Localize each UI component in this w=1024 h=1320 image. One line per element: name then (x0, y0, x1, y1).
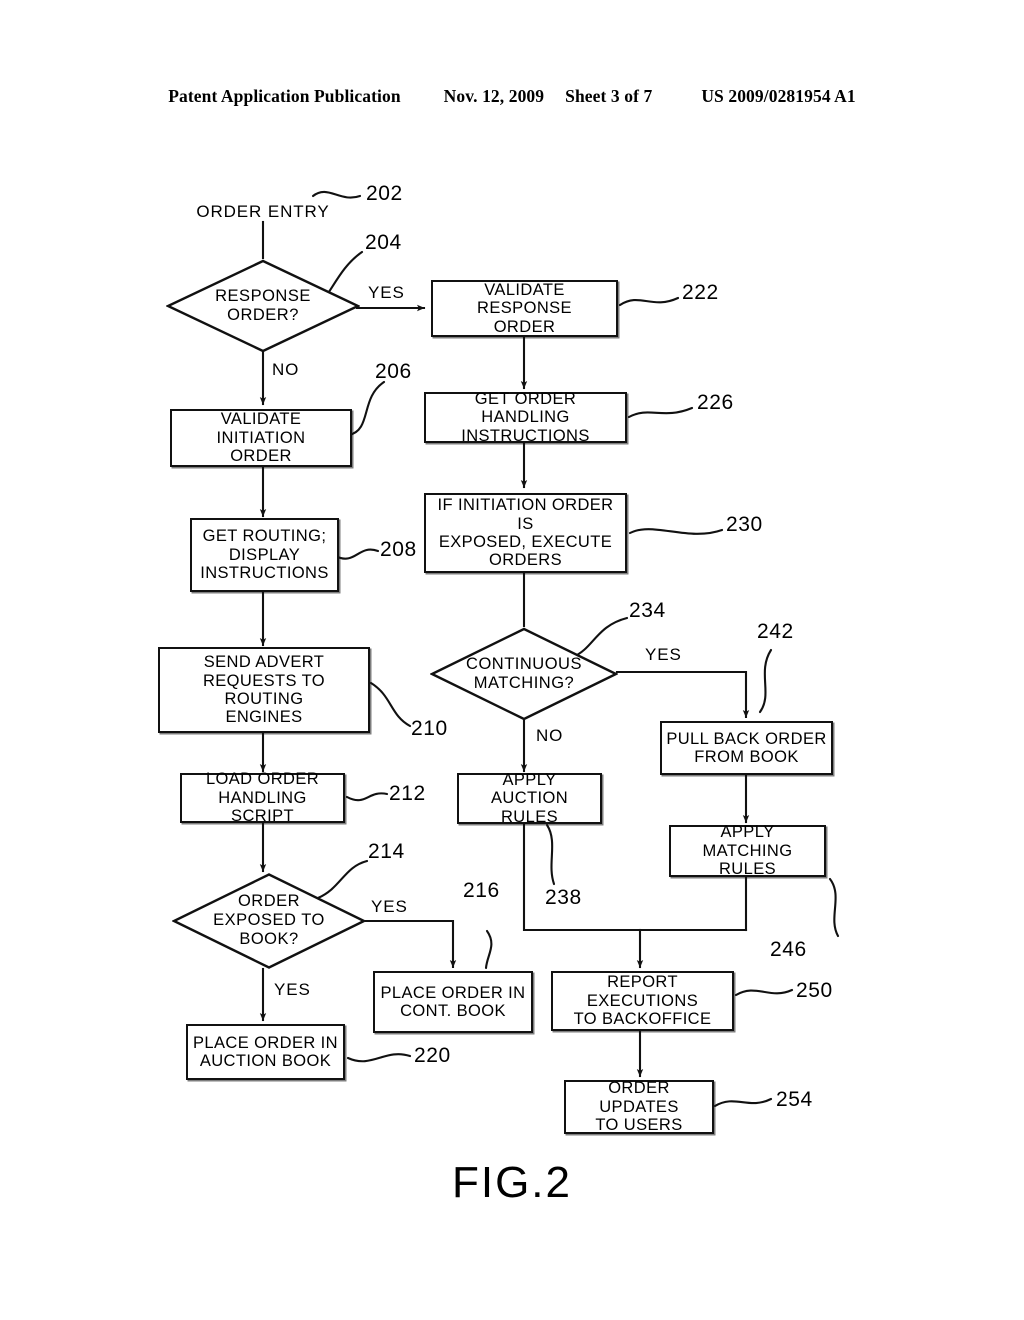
patent-header: Patent Application Publication Nov. 12, … (0, 86, 1024, 107)
node-send-advert-requests-label: SEND ADVERT REQUESTS TO ROUTING ENGINES (202, 653, 326, 727)
node-get-routing-display-instructions: GET ROUTING; DISPLAY INSTRUCTIONS (190, 518, 339, 592)
ref-250: 250 (796, 979, 833, 1002)
node-report-executions-to-backoffice-label: REPORT EXECUTIONS TO BACKOFFICE (573, 973, 712, 1029)
header-patent-number: US 2009/0281954 A1 (701, 86, 856, 106)
ref-238: 238 (545, 886, 582, 909)
node-validate-initiation-order-label: VALIDATE INITIATION ORDER (216, 410, 306, 466)
node-order-updates-to-users-label: ORDER UPDATES TO USERS (595, 1079, 683, 1135)
node-get-routing-display-instructions-label: GET ROUTING; DISPLAY INSTRUCTIONS (200, 527, 329, 583)
header-sheet: Sheet 3 of 7 (565, 86, 653, 106)
edge-label-matching-no: NO (536, 726, 564, 745)
edge-label-exposed-yes-right: YES (371, 897, 408, 916)
node-response-order-label: RESPONSE ORDER? (215, 287, 311, 324)
node-place-order-cont-book-label: PLACE ORDER IN CONT. BOOK (380, 983, 526, 1020)
edge-label-matching-yes: YES (645, 645, 682, 664)
ref-246: 246 (770, 938, 807, 961)
node-order-exposed-to-book-label: ORDER EXPOSED TO BOOK? (213, 892, 325, 948)
ref-212: 212 (389, 782, 426, 805)
edge-label-response-no: NO (272, 360, 300, 379)
node-response-order-decision: RESPONSE ORDER? (166, 259, 360, 353)
header-date: Nov. 12, 2009 (443, 86, 545, 106)
ref-242: 242 (757, 620, 794, 643)
ref-202: 202 (366, 182, 403, 205)
ref-206: 206 (375, 360, 412, 383)
edge-label-exposed-yes-down: YES (274, 980, 311, 999)
node-validate-initiation-order: VALIDATE INITIATION ORDER (170, 409, 352, 467)
node-load-order-handling-script-label: LOAD ORDER HANDLING SCRIPT (205, 770, 320, 826)
ref-210: 210 (411, 717, 448, 740)
node-apply-matching-rules-label: APPLY MATCHING RULES (702, 823, 793, 879)
ref-230: 230 (726, 513, 763, 536)
node-send-advert-requests: SEND ADVERT REQUESTS TO ROUTING ENGINES (158, 647, 370, 733)
node-order-updates-to-users: ORDER UPDATES TO USERS (564, 1079, 714, 1135)
ref-208: 208 (380, 538, 417, 561)
ref-226: 226 (697, 391, 734, 414)
ref-204: 204 (365, 231, 402, 254)
node-continuous-matching-decision: CONTINUOUS MATCHING? (430, 627, 618, 721)
node-place-order-cont-book: PLACE ORDER IN CONT. BOOK (373, 971, 533, 1033)
node-validate-response-order: VALIDATE RESPONSE ORDER (431, 280, 618, 337)
node-if-initiation-order-exposed-label: IF INITIATION ORDER IS EXPOSED, EXECUTE OR… (437, 496, 614, 570)
node-place-order-auction-book: PLACE ORDER IN AUCTION BOOK (186, 1024, 345, 1080)
ref-220: 220 (414, 1044, 451, 1067)
node-validate-response-order-label: VALIDATE RESPONSE ORDER (477, 280, 572, 336)
node-get-order-handling-instructions-label: GET ORDER HANDLING INSTRUCTIONS (461, 389, 590, 445)
ref-216: 216 (463, 879, 500, 902)
node-pull-back-order-from-book: PULL BACK ORDER FROM BOOK (660, 721, 833, 775)
node-apply-auction-rules-label: APPLY AUCTION RULES (490, 770, 569, 826)
node-order-entry: ORDER ENTRY (190, 200, 336, 224)
patent-figure-page: Patent Application Publication Nov. 12, … (0, 0, 1024, 1320)
node-if-initiation-order-exposed: IF INITIATION ORDER IS EXPOSED, EXECUTE OR… (424, 493, 627, 573)
header-publication: Patent Application Publication (168, 86, 401, 106)
ref-222: 222 (682, 281, 719, 304)
node-pull-back-order-from-book-label: PULL BACK ORDER FROM BOOK (666, 729, 827, 766)
node-report-executions-to-backoffice: REPORT EXECUTIONS TO BACKOFFICE (551, 971, 734, 1031)
node-load-order-handling-script: LOAD ORDER HANDLING SCRIPT (180, 770, 345, 826)
edge-label-response-yes: YES (368, 283, 405, 302)
node-apply-auction-rules: APPLY AUCTION RULES (457, 770, 602, 826)
figure-caption: FIG.2 (451, 1158, 573, 1207)
ref-234: 234 (629, 599, 666, 622)
ref-214: 214 (368, 840, 405, 863)
node-place-order-auction-book-label: PLACE ORDER IN AUCTION BOOK (193, 1033, 338, 1070)
node-order-entry-label: ORDER ENTRY (196, 202, 330, 221)
ref-254: 254 (776, 1088, 813, 1111)
node-order-exposed-to-book-decision: ORDER EXPOSED TO BOOK? (172, 872, 366, 969)
node-get-order-handling-instructions: GET ORDER HANDLING INSTRUCTIONS (424, 389, 627, 445)
node-continuous-matching-label: CONTINUOUS MATCHING? (466, 655, 582, 692)
node-apply-matching-rules: APPLY MATCHING RULES (669, 823, 826, 879)
